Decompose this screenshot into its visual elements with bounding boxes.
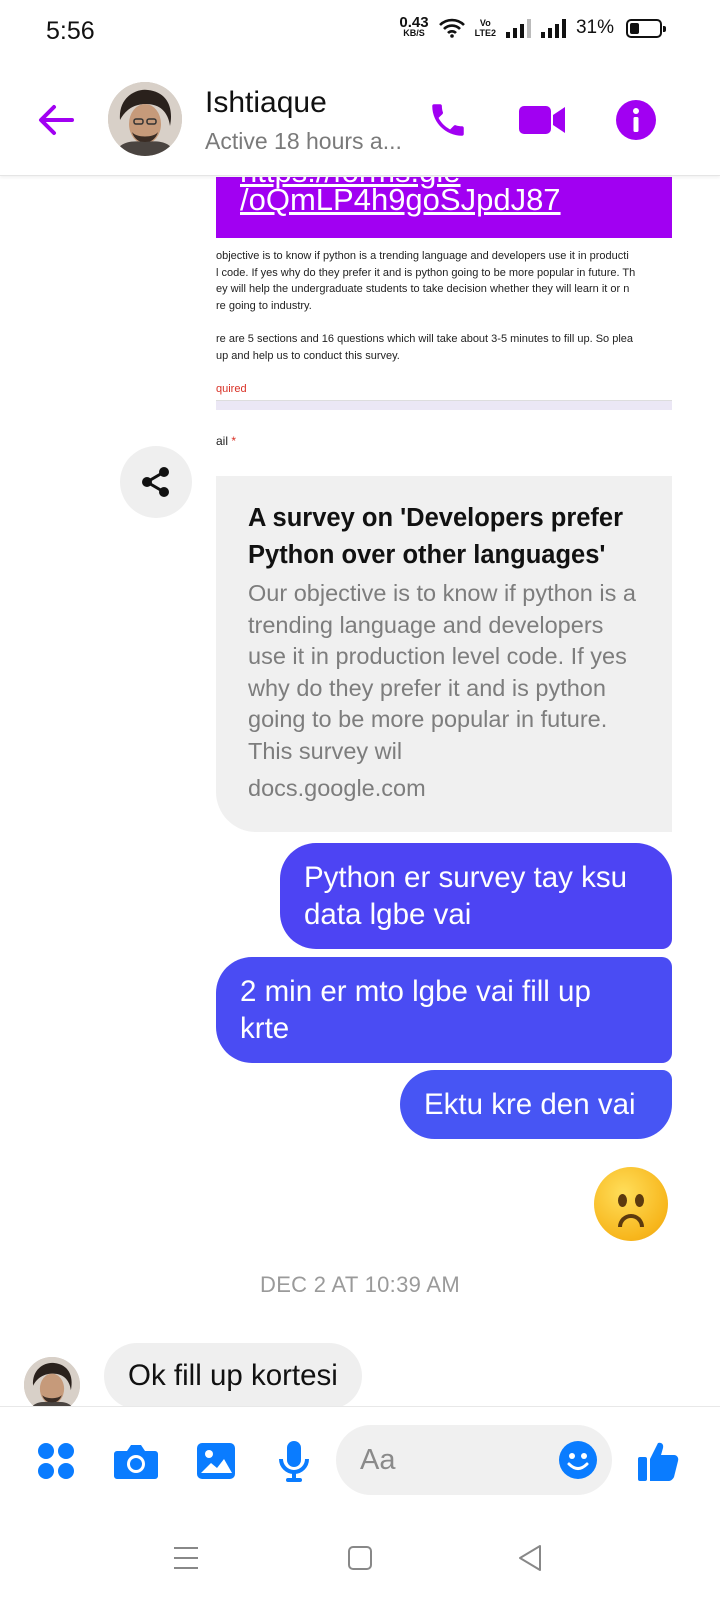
signal-icon-sim1: [505, 18, 531, 38]
phone-icon: [432, 104, 464, 136]
voice-message-button[interactable]: [268, 1435, 320, 1487]
contact-name[interactable]: Ishtiaque: [205, 86, 327, 120]
signal-icon-sim2: [540, 18, 566, 38]
message-list[interactable]: https://forms.gle /oQmLP4h9goSJpdJ87 obj…: [0, 177, 720, 1407]
image-icon: [197, 1443, 235, 1479]
microphone-icon: [279, 1441, 309, 1482]
incoming-message[interactable]: Ok fill up kortesi: [104, 1343, 362, 1407]
camera-icon: [114, 1445, 158, 1479]
status-bar: 5:56 0.43 KB/S Vo LTE2 31%: [0, 0, 720, 64]
avatar[interactable]: [108, 82, 182, 156]
chat-header: Ishtiaque Active 18 hours a...: [0, 64, 720, 176]
battery-percent: 31%: [575, 17, 614, 38]
form-divider: [216, 400, 672, 410]
active-status: Active 18 hours a...: [205, 128, 402, 154]
home-button[interactable]: [342, 1540, 378, 1576]
camera-button[interactable]: [110, 1435, 162, 1487]
form-link-banner: https://forms.gle /oQmLP4h9goSJpdJ87: [216, 177, 672, 238]
more-actions-button[interactable]: [30, 1435, 82, 1487]
back-arrow-icon: [39, 105, 74, 135]
gallery-button[interactable]: [190, 1435, 242, 1487]
like-button[interactable]: [632, 1435, 684, 1487]
profile-photo: [24, 1357, 80, 1407]
share-button[interactable]: [120, 446, 192, 518]
info-icon: [616, 100, 656, 140]
square-icon: [348, 1546, 372, 1570]
four-dots-icon: [38, 1443, 74, 1479]
message-input-container[interactable]: [336, 1425, 612, 1495]
message-composer: [0, 1406, 720, 1516]
wifi-icon: [438, 18, 465, 38]
system-navigation-bar: [0, 1516, 720, 1600]
form-email-label: ail *: [216, 434, 237, 448]
status-icons: 0.43 KB/S Vo LTE2 31%: [399, 14, 666, 39]
menu-lines-icon: [174, 1547, 198, 1569]
back-button[interactable]: [34, 98, 78, 142]
message-input[interactable]: [360, 1439, 540, 1481]
back-nav-button[interactable]: [512, 1540, 548, 1576]
share-icon: [142, 467, 169, 497]
volte-indicator: Vo LTE2: [474, 18, 496, 38]
form-description: objective is to know if python is a tren…: [216, 248, 672, 398]
emoji-icon[interactable]: [558, 1440, 598, 1480]
triangle-back-icon: [519, 1545, 541, 1571]
outgoing-message[interactable]: Python er survey tay ksu data lgbe vai: [280, 843, 672, 949]
net-speed: 0.43 KB/S: [399, 14, 429, 38]
battery-icon: [626, 18, 666, 38]
thumbs-up-icon: [638, 1442, 679, 1481]
voice-call-button[interactable]: [420, 92, 476, 148]
outgoing-message[interactable]: 2 min er mto lgbe vai fill up krte: [216, 957, 672, 1063]
video-camera-icon: [519, 106, 565, 134]
link-preview-card[interactable]: A survey on 'Developers prefer Python ov…: [216, 476, 672, 832]
sender-avatar[interactable]: [24, 1357, 80, 1407]
message-timestamp: DEC 2 AT 10:39 AM: [260, 1272, 460, 1297]
link-domain: docs.google.com: [248, 775, 426, 801]
link-description: Our objective is to know if python is a …: [248, 580, 636, 764]
info-button[interactable]: [608, 92, 664, 148]
link-title: A survey on 'Developers prefer Python ov…: [248, 504, 624, 569]
form-required-note: quired: [216, 383, 247, 395]
recent-apps-button[interactable]: [168, 1540, 204, 1576]
frowning-face-emoji-message[interactable]: [594, 1167, 668, 1241]
outgoing-message[interactable]: Ektu kre den vai: [400, 1070, 672, 1139]
profile-photo: [108, 82, 182, 156]
video-call-button[interactable]: [514, 92, 570, 148]
status-time: 5:56: [46, 17, 95, 45]
